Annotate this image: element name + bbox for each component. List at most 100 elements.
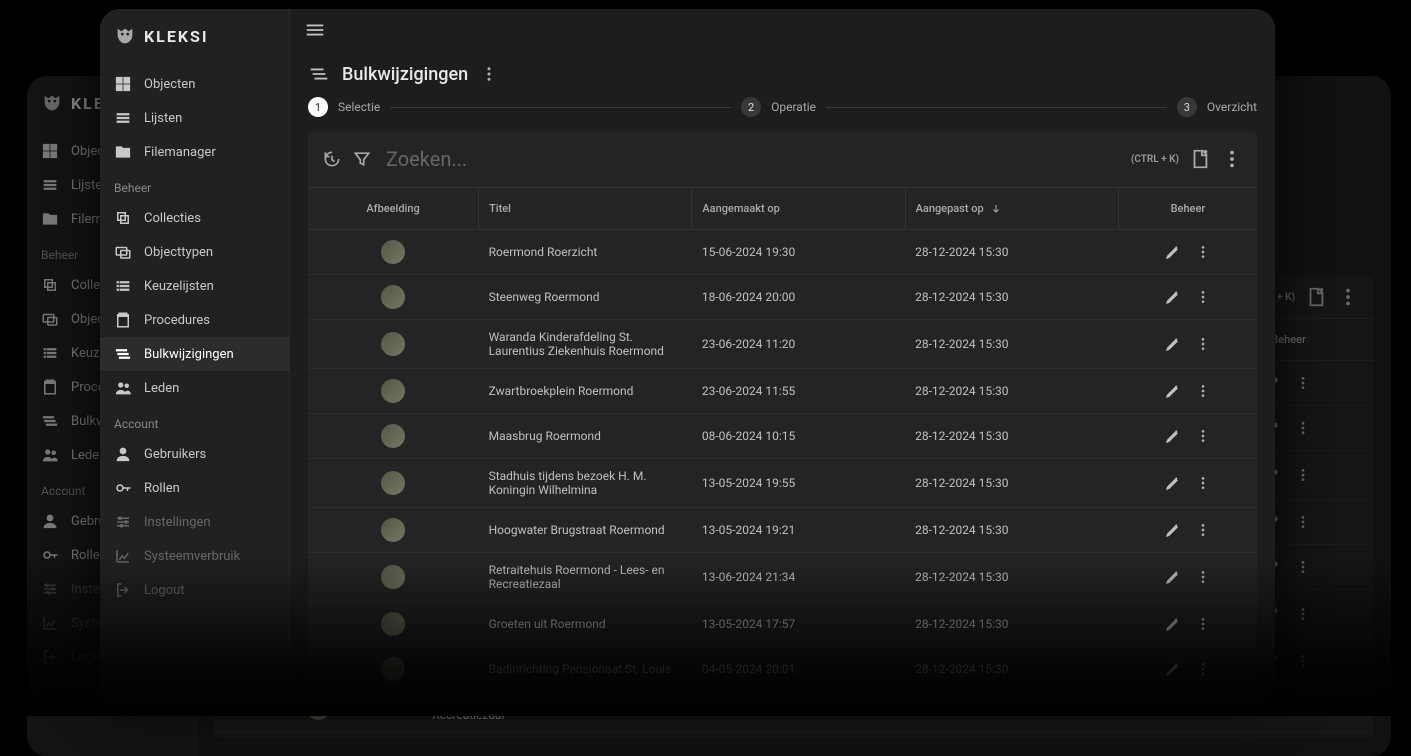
history-icon[interactable] [322, 149, 342, 169]
row-kebab-icon[interactable] [1195, 661, 1211, 677]
row-kebab-icon[interactable] [1295, 514, 1311, 530]
step-selectie[interactable]: 1 Selectie [308, 97, 380, 117]
kebab-icon[interactable] [1337, 286, 1359, 308]
sidebar-item-systeemverbruik[interactable]: Systeemverbruik [100, 539, 289, 573]
bulk-icon [114, 345, 132, 363]
sidebar-item-rollen[interactable]: Rollen [100, 471, 289, 505]
edit-icon[interactable] [1165, 569, 1181, 585]
table-row[interactable]: Groeten uit Roermond 13-05-2024 17:57 28… [214, 733, 1373, 738]
row-title: Badinrichting Pensionaat St. Louis [479, 647, 692, 686]
owl-logo-icon [41, 92, 63, 114]
shapes-icon [114, 243, 132, 261]
row-kebab-icon[interactable] [1195, 428, 1211, 444]
sidebar-item-objecten[interactable]: Objecten [100, 67, 289, 101]
logout-icon [41, 648, 59, 666]
row-created: 13-05-2024 19:55 [692, 459, 905, 508]
stack-icon [41, 276, 59, 294]
table-row[interactable]: Stadhuis tijdens bezoek H. M. Koningin W… [308, 459, 1257, 508]
new-document-icon[interactable] [1189, 148, 1211, 170]
edit-icon[interactable] [1165, 475, 1181, 491]
sidebar-item-logout[interactable]: Logout [100, 573, 289, 607]
row-modified: 28-12-2024 15:30 [905, 459, 1118, 508]
edit-icon[interactable] [1165, 383, 1181, 399]
edit-icon[interactable] [1165, 522, 1181, 538]
sidebar-item-filemanager[interactable]: Filemanager [100, 135, 289, 169]
sidebar-item-keuzelijsten[interactable]: Keuzelijsten [100, 269, 289, 303]
row-kebab-icon[interactable] [1195, 289, 1211, 305]
edit-icon[interactable] [1165, 289, 1181, 305]
row-kebab-icon[interactable] [1195, 475, 1211, 491]
col-image-header[interactable]: Afbeelding [308, 188, 479, 230]
key-icon [114, 479, 132, 497]
sidebar-item-gebruikers[interactable]: Gebruikers [100, 437, 289, 471]
nav-label: Objecten [144, 77, 195, 92]
row-kebab-icon[interactable] [1195, 522, 1211, 538]
nav-label: Procedures [144, 313, 210, 328]
logo[interactable]: KLEKSI [100, 21, 289, 65]
row-kebab-icon[interactable] [1295, 375, 1311, 391]
step-label: Selectie [338, 100, 380, 114]
row-title: Steenweg Roermond [479, 275, 692, 320]
page-kebab-icon[interactable] [480, 65, 498, 83]
stepper: 1 Selectie 2Operatie 3Overzicht [290, 97, 1275, 131]
col-title-header[interactable]: Titel [479, 188, 692, 230]
row-created: 18-06-2024 20:00 [692, 275, 905, 320]
nav-section-heading: Account [100, 409, 289, 437]
row-kebab-icon[interactable] [1195, 244, 1211, 260]
table-row[interactable]: Hoogwater Brugstraat Roermond 13-05-2024… [308, 508, 1257, 553]
row-kebab-icon[interactable] [1195, 336, 1211, 352]
edit-icon[interactable] [1165, 661, 1181, 677]
table-row[interactable]: Zwartbroekplein Roermond 23-06-2024 11:5… [308, 369, 1257, 414]
sidebar-item-leden[interactable]: Leden [100, 371, 289, 405]
search-input[interactable] [382, 141, 1121, 177]
row-kebab-icon[interactable] [1295, 420, 1311, 436]
row-modified: 28-12-2024 15:30 [943, 733, 1203, 738]
row-title: Waranda Kinderafdeling St. Laurentius Zi… [479, 320, 692, 369]
step-number: 1 [308, 97, 328, 117]
row-title: Groeten uit Roermond [479, 602, 692, 647]
col-created-header[interactable]: Aangemaakt op [692, 188, 905, 230]
row-title: Retraitehuis Roermond - Lees- en Recreat… [479, 553, 692, 602]
table-row[interactable]: Waranda Kinderafdeling St. Laurentius Zi… [308, 320, 1257, 369]
row-kebab-icon[interactable] [1295, 700, 1311, 716]
row-kebab-icon[interactable] [1195, 616, 1211, 632]
topbar [290, 9, 1275, 51]
row-kebab-icon[interactable] [1295, 606, 1311, 622]
step-operatie[interactable]: 2Operatie [741, 97, 816, 117]
filter-icon[interactable] [352, 149, 372, 169]
row-kebab-icon[interactable] [1295, 467, 1311, 483]
col-modified-header[interactable]: Aangepast op [905, 188, 1118, 230]
nav-label: Instellingen [144, 515, 211, 530]
step-overzicht[interactable]: 3Overzicht [1177, 97, 1257, 117]
row-kebab-icon[interactable] [1195, 569, 1211, 585]
row-modified: 28-12-2024 15:30 [905, 647, 1118, 686]
edit-icon[interactable] [1265, 700, 1281, 716]
table-row[interactable]: Maasbrug Roermond 08-06-2024 10:15 28-12… [308, 414, 1257, 459]
table-row[interactable]: Roermond Roerzicht 15-06-2024 19:30 28-1… [308, 230, 1257, 275]
table-row[interactable]: Retraitehuis Roermond - Lees- en Recreat… [308, 553, 1257, 602]
edit-icon[interactable] [1165, 244, 1181, 260]
clipboard-icon [114, 311, 132, 329]
sidebar-item-instellingen[interactable]: Instellingen [100, 505, 289, 539]
row-kebab-icon[interactable] [1295, 559, 1311, 575]
sidebar-item-procedures[interactable]: Procedures [100, 303, 289, 337]
sidebar-item-objecttypen[interactable]: Objecttypen [100, 235, 289, 269]
row-modified: 28-12-2024 15:30 [905, 369, 1118, 414]
people-icon [114, 379, 132, 397]
menu-toggle-icon[interactable] [304, 19, 326, 41]
sidebar-item-bulkwijzigingen[interactable]: Bulkwijzigingen [100, 337, 289, 371]
sidebar-item-lijsten[interactable]: Lijsten [100, 101, 289, 135]
sidebar-item-collecties[interactable]: Collecties [100, 201, 289, 235]
table-row[interactable]: Groeten uit Roermond 13-05-2024 17:57 28… [308, 602, 1257, 647]
row-thumbnail [381, 240, 405, 264]
edit-icon[interactable] [1165, 428, 1181, 444]
kebab-icon[interactable] [1221, 148, 1243, 170]
edit-icon[interactable] [1165, 616, 1181, 632]
nav-label: Logout [144, 583, 185, 598]
table-row[interactable]: Steenweg Roermond 18-06-2024 20:00 28-12… [308, 275, 1257, 320]
row-kebab-icon[interactable] [1295, 653, 1311, 669]
row-kebab-icon[interactable] [1195, 383, 1211, 399]
edit-icon[interactable] [1165, 336, 1181, 352]
new-document-icon[interactable] [1305, 286, 1327, 308]
table-row[interactable]: Badinrichting Pensionaat St. Louis 04-05… [308, 647, 1257, 686]
